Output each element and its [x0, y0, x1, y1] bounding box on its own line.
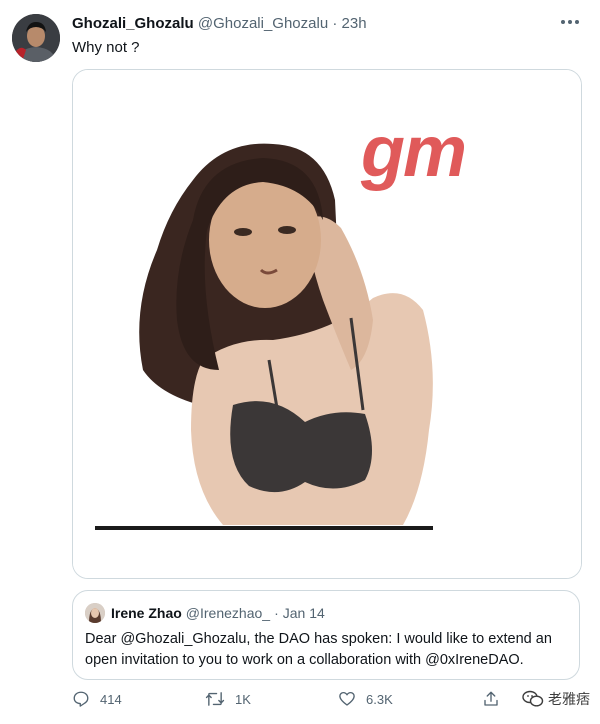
quoted-author-handle: @Irenezhao_ — [185, 605, 271, 621]
tweet-actions: 414 1K 6.3K — [72, 690, 592, 716]
quoted-date: Jan 14 — [282, 605, 325, 621]
media-photo — [73, 70, 581, 578]
tweet-time[interactable]: 23h — [342, 15, 367, 32]
quoted-separator: · — [274, 605, 279, 621]
watermark-text: 老雅痞 — [548, 691, 590, 707]
wechat-icon — [522, 690, 544, 707]
reply-button[interactable]: 414 — [72, 690, 122, 708]
tweet-text: Why not ? — [72, 39, 140, 56]
more-options-button[interactable] — [558, 12, 582, 32]
media-gm-text: gm — [361, 112, 467, 192]
tweet-header: Ghozali_Ghozalu @Ghozali_Ghozalu · 23h — [72, 15, 367, 32]
share-icon — [484, 691, 498, 706]
quoted-author-name: Irene Zhao — [111, 605, 182, 621]
quoted-author-avatar-image — [85, 603, 105, 623]
reply-icon — [73, 691, 89, 707]
author-name[interactable]: Ghozali_Ghozalu — [72, 15, 194, 32]
quoted-tweet[interactable]: Irene Zhao @Irenezhao_ · Jan 14 Dear @Gh… — [72, 590, 580, 680]
author-avatar-image — [12, 14, 60, 62]
retweet-count: 1K — [235, 691, 251, 707]
quoted-tweet-text: Dear @Ghozali_Ghozalu, the DAO has spoke… — [85, 631, 552, 668]
quoted-author-avatar[interactable] — [85, 603, 105, 623]
share-button[interactable] — [482, 690, 510, 708]
like-icon — [339, 691, 355, 706]
tweet-media[interactable]: gm — [72, 69, 582, 579]
like-count: 6.3K — [366, 691, 393, 707]
author-handle[interactable]: @Ghozali_Ghozalu — [198, 15, 328, 32]
reply-count: 414 — [100, 691, 122, 707]
header-separator: · — [332, 15, 338, 32]
like-button[interactable]: 6.3K — [338, 690, 393, 708]
retweet-icon — [205, 692, 225, 706]
author-avatar[interactable] — [12, 14, 60, 62]
more-icon — [561, 20, 579, 24]
retweet-button[interactable]: 1K — [205, 690, 251, 708]
watermark: 老雅痞 — [522, 689, 590, 709]
quoted-tweet-header: Irene Zhao @Irenezhao_ · Jan 14 — [85, 603, 325, 623]
